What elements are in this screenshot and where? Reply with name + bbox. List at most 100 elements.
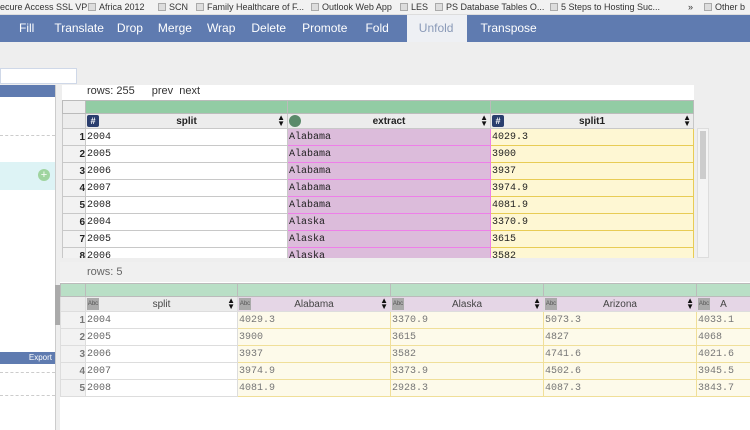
table-cell[interactable]: Alaska <box>287 213 491 231</box>
table-cell[interactable]: 2004 <box>85 128 288 146</box>
table-cell[interactable]: 4827 <box>543 328 697 346</box>
table-cell[interactable]: 4741.6 <box>543 345 697 363</box>
sort-icon[interactable]: ▲ ▼ <box>380 298 388 311</box>
tool-wrap[interactable]: Wrap <box>207 15 247 42</box>
text-type-icon[interactable]: Abc <box>392 298 404 310</box>
table-cell[interactable]: Alaska <box>287 247 491 258</box>
table-cell[interactable]: Alabama <box>287 179 491 197</box>
table-cell[interactable]: 3843.7 <box>696 379 750 397</box>
sort-icon[interactable]: ▲ ▼ <box>480 115 488 128</box>
bookmark[interactable]: SCN <box>158 2 188 13</box>
export-button[interactable]: Export <box>0 352 55 364</box>
globe-type-icon[interactable] <box>289 115 301 127</box>
table-cell[interactable]: 4021.6 <box>696 345 750 363</box>
table-cell[interactable]: Alabama <box>287 196 491 214</box>
table-cell[interactable]: 3974.9 <box>490 179 694 197</box>
column-header-extract[interactable]: extract ▲ ▼ <box>287 113 491 129</box>
bookmark[interactable]: PS Database Tables O... <box>435 2 544 13</box>
table-cell[interactable]: Alabama <box>287 128 491 146</box>
scn-icon <box>435 3 443 11</box>
prev-link[interactable]: prev <box>152 85 173 97</box>
tool-delete[interactable]: Delete <box>251 15 298 42</box>
table-cell[interactable]: 3582 <box>390 345 544 363</box>
table-cell[interactable]: 3937 <box>237 345 391 363</box>
tool-promote[interactable]: Promote <box>302 15 359 42</box>
table-cell[interactable]: 3900 <box>237 328 391 346</box>
table-cell[interactable]: 3582 <box>490 247 694 258</box>
table-cell[interactable]: 3373.9 <box>390 362 544 380</box>
column-header[interactable]: Abc split ▲ ▼ <box>85 296 238 312</box>
bookmark[interactable]: ecure Access SSL VPN <box>0 2 94 13</box>
sort-icon[interactable]: ▲ ▼ <box>686 298 694 311</box>
text-type-icon[interactable]: Abc <box>545 298 557 310</box>
tool-transpose[interactable]: Transpose <box>480 15 548 42</box>
tool-unfold[interactable]: Unfold <box>406 15 468 42</box>
table-cell[interactable]: 2004 <box>85 213 288 231</box>
table-cell[interactable]: Alabama <box>287 145 491 163</box>
table-cell[interactable]: 3945.5 <box>696 362 750 380</box>
column-header-split1[interactable]: # split1 ▲ ▼ <box>490 113 694 129</box>
table-cell[interactable]: 3370.9 <box>390 311 544 329</box>
table-cell[interactable]: 2004 <box>85 311 238 329</box>
column-header[interactable]: Abc Alabama ▲ ▼ <box>237 296 391 312</box>
number-type-icon[interactable]: # <box>492 115 504 127</box>
bookmark-other[interactable]: Other b <box>704 2 745 13</box>
bookmark[interactable]: Family Healthcare of F... <box>196 2 304 13</box>
more-bookmarks-button[interactable]: » <box>688 2 693 13</box>
column-header[interactable]: Abc Alaska ▲ ▼ <box>390 296 544 312</box>
table-cell[interactable]: 5073.3 <box>543 311 697 329</box>
sort-icon[interactable]: ▲ ▼ <box>683 115 691 128</box>
tool-fold[interactable]: Fold <box>365 15 400 42</box>
table-cell[interactable]: 4068 <box>696 328 750 346</box>
table-cell[interactable]: 2005 <box>85 328 238 346</box>
table-cell[interactable]: 3615 <box>390 328 544 346</box>
sort-icon[interactable]: ▲ ▼ <box>533 298 541 311</box>
number-type-icon[interactable]: # <box>87 115 99 127</box>
table-cell[interactable]: 4502.6 <box>543 362 697 380</box>
table-cell[interactable]: Alaska <box>287 230 491 248</box>
bookmark[interactable]: LES <box>400 2 428 13</box>
table-cell[interactable]: 2006 <box>85 162 288 180</box>
text-type-icon[interactable]: Abc <box>239 298 251 310</box>
next-link[interactable]: next <box>179 85 200 97</box>
table-cell[interactable]: 2006 <box>85 345 238 363</box>
table-cell[interactable]: 2007 <box>85 362 238 380</box>
top-grid-scrollbar[interactable] <box>697 128 709 258</box>
table-cell[interactable]: Alabama <box>287 162 491 180</box>
table-cell[interactable]: 3900 <box>490 145 694 163</box>
sort-icon[interactable]: ▲ ▼ <box>227 298 235 311</box>
table-cell[interactable]: 3615 <box>490 230 694 248</box>
tool-translate[interactable]: Translate <box>54 15 116 42</box>
table-cell[interactable]: 2008 <box>85 379 238 397</box>
table-cell[interactable]: 3370.9 <box>490 213 694 231</box>
table-cell[interactable]: 2006 <box>85 247 288 258</box>
column-header[interactable]: Abc A <box>696 296 750 312</box>
text-type-icon[interactable]: Abc <box>87 298 99 310</box>
tool-merge[interactable]: Merge <box>158 15 204 42</box>
table-cell[interactable]: 4033.1 <box>696 311 750 329</box>
text-input[interactable] <box>0 68 77 84</box>
add-icon[interactable]: + <box>38 169 50 181</box>
bookmark[interactable]: 5 Steps to Hosting Suc... <box>550 2 660 13</box>
table-cell[interactable]: 4029.3 <box>237 311 391 329</box>
tool-fill[interactable]: Fill <box>19 15 46 42</box>
column-header-split[interactable]: # split ▲ ▼ <box>85 113 288 129</box>
table-cell[interactable]: 4029.3 <box>490 128 694 146</box>
text-type-icon[interactable]: Abc <box>698 298 710 310</box>
bookmark[interactable]: Outlook Web App <box>311 2 392 13</box>
scroll-thumb[interactable] <box>700 131 706 179</box>
table-cell[interactable]: 3937 <box>490 162 694 180</box>
table-cell[interactable]: 2005 <box>85 145 288 163</box>
table-cell[interactable]: 2007 <box>85 179 288 197</box>
table-cell[interactable]: 2005 <box>85 230 288 248</box>
bookmark[interactable]: Africa 2012 <box>88 2 145 13</box>
table-cell[interactable]: 2008 <box>85 196 288 214</box>
table-cell[interactable]: 4087.3 <box>543 379 697 397</box>
table-cell[interactable]: 2928.3 <box>390 379 544 397</box>
table-cell[interactable]: 3974.9 <box>237 362 391 380</box>
tool-drop[interactable]: Drop <box>117 15 155 42</box>
table-cell[interactable]: 4081.9 <box>237 379 391 397</box>
column-header[interactable]: Abc Arizona ▲ ▼ <box>543 296 697 312</box>
sort-icon[interactable]: ▲ ▼ <box>277 115 285 128</box>
table-cell[interactable]: 4081.9 <box>490 196 694 214</box>
